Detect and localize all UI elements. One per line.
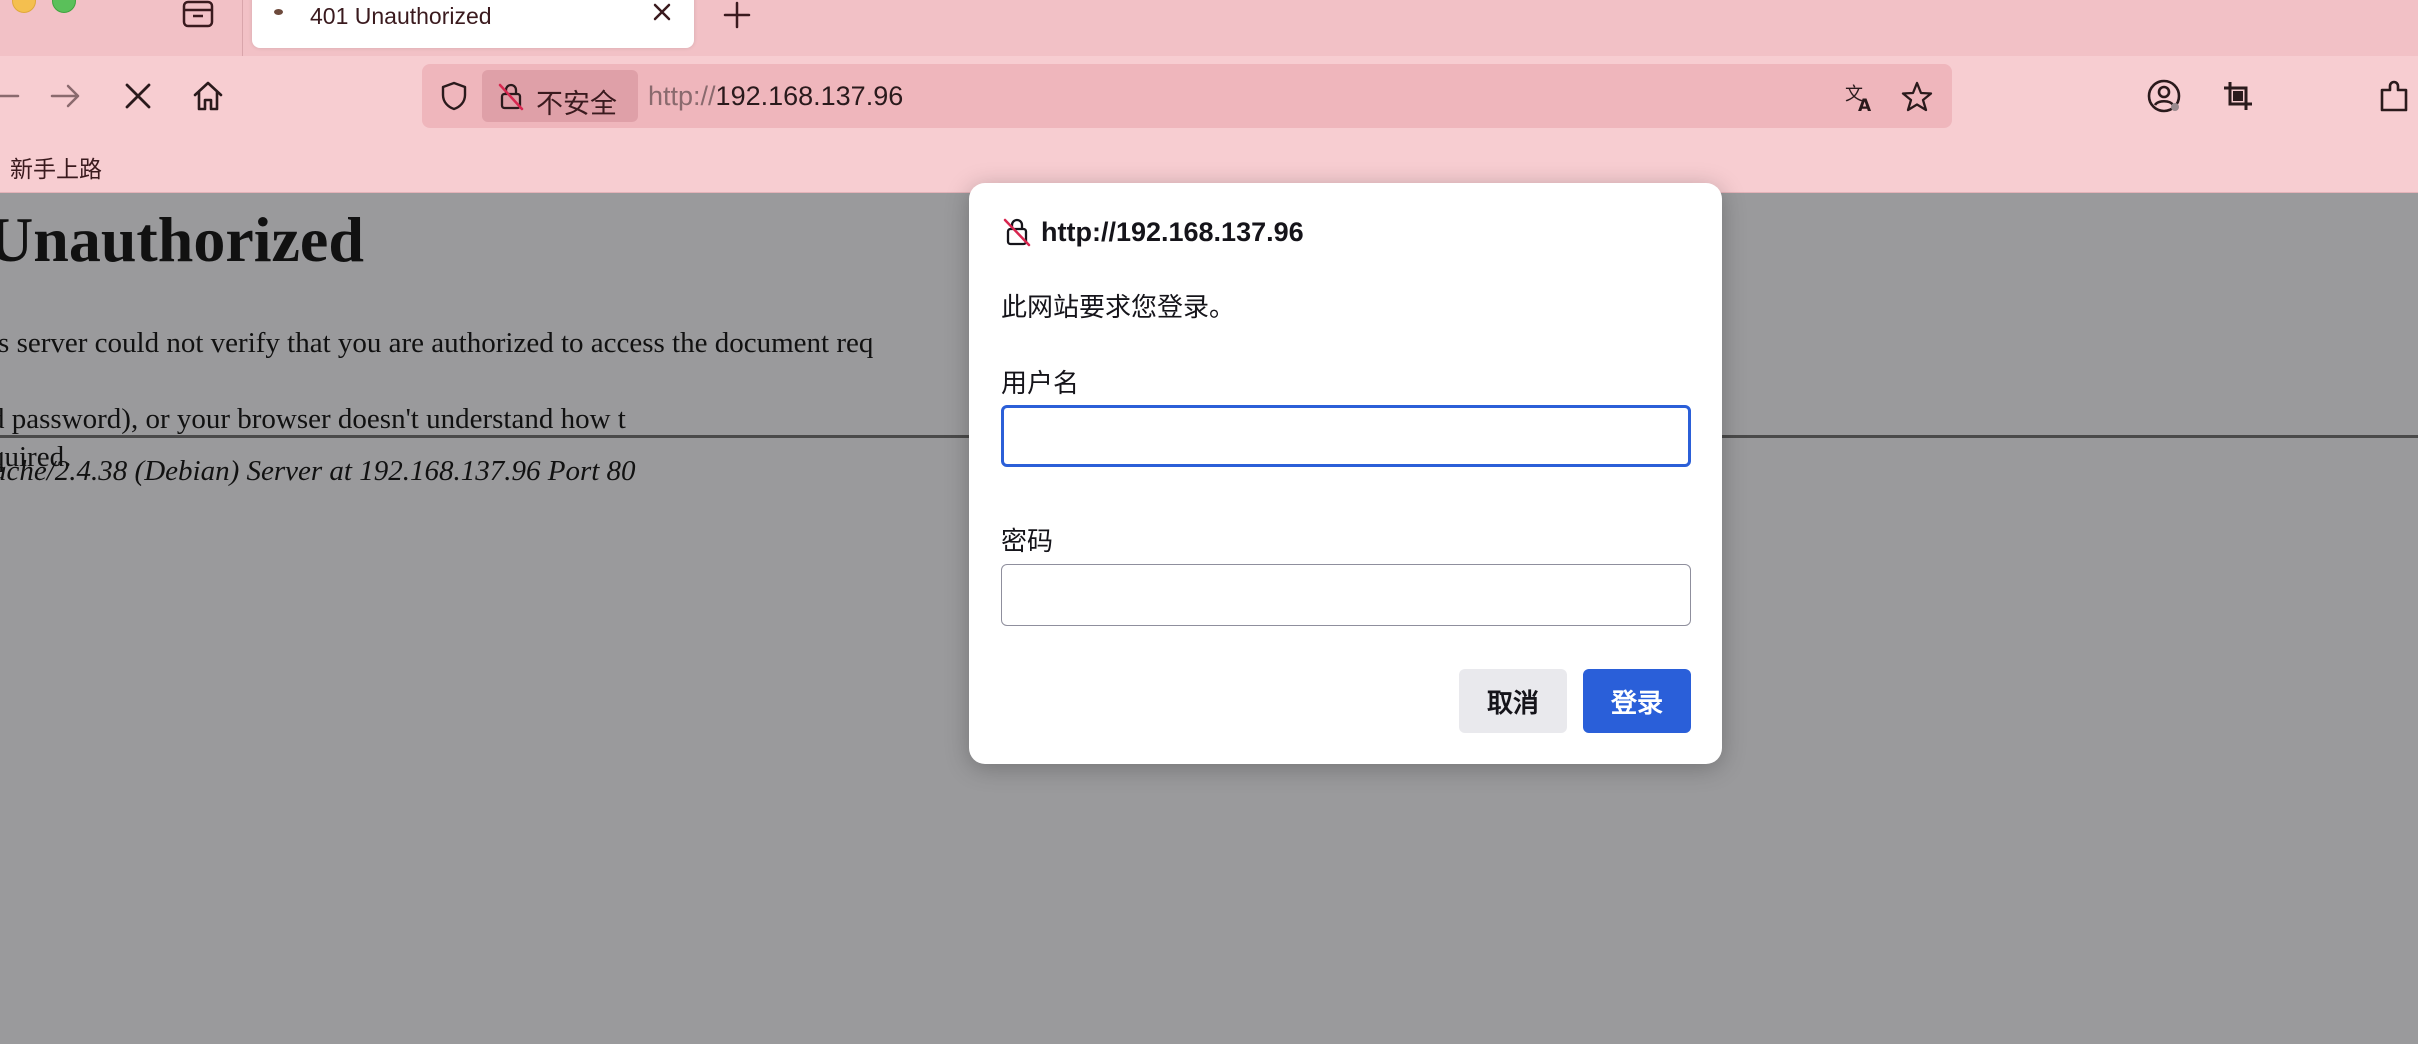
site-security-indicator[interactable]: 不安全 (482, 70, 638, 122)
bookmark-item[interactable]: 新手上路 (10, 150, 102, 184)
screenshot-crop-icon[interactable] (2218, 76, 2258, 116)
username-input[interactable] (1001, 405, 1691, 467)
password-input[interactable] (1001, 564, 1691, 626)
translate-icon[interactable]: 文A (1844, 80, 1878, 116)
url-scheme: http:// (648, 81, 716, 111)
url-host: 192.168.137.96 (715, 81, 904, 111)
server-signature: ache/2.4.38 (Debian) Server at 192.168.1… (0, 455, 636, 487)
bookmark-star-icon[interactable] (1900, 80, 1934, 114)
tab-overview-icon[interactable] (180, 0, 216, 30)
back-icon[interactable] (0, 76, 28, 116)
password-label: 密码 (1001, 526, 1054, 556)
url-text[interactable]: http://192.168.137.96 (648, 81, 903, 112)
cancel-button[interactable]: 取消 (1459, 669, 1567, 733)
tab-separator (242, 0, 243, 56)
auth-dialog: http://192.168.137.96 此网站要求您登录。 用户名 密码 取… (969, 183, 1722, 764)
window-minimize-button[interactable] (12, 0, 36, 13)
extensions-icon[interactable] (2374, 76, 2414, 116)
home-icon[interactable] (188, 76, 228, 116)
tab-strip: 401 Unauthorized (0, 0, 2418, 56)
username-label: 用户名 (1001, 368, 1080, 398)
tracking-protection-shield-icon[interactable] (438, 80, 470, 112)
stop-loading-icon[interactable] (118, 76, 158, 116)
dialog-origin: http://192.168.137.96 (1041, 217, 1304, 247)
dialog-message: 此网站要求您登录。 (1001, 292, 1236, 322)
url-bar[interactable]: 不安全 http://192.168.137.96 文A (422, 64, 1952, 128)
svg-text:A: A (1858, 96, 1872, 114)
login-button[interactable]: 登录 (1583, 669, 1691, 733)
navigation-toolbar: 不安全 http://192.168.137.96 文A (0, 56, 2418, 136)
close-tab-icon[interactable] (650, 0, 674, 24)
insecure-label: 不安全 (536, 89, 617, 119)
tab-title: 401 Unauthorized (310, 3, 492, 29)
account-icon[interactable] (2144, 76, 2184, 116)
window-maximize-button[interactable] (52, 0, 76, 13)
forward-icon[interactable] (46, 76, 86, 116)
new-tab-icon[interactable] (722, 0, 752, 30)
page-heading: Unauthorized (0, 204, 364, 275)
insecure-lock-icon (496, 81, 526, 111)
insecure-lock-icon (1001, 215, 1033, 247)
loading-favicon-icon (274, 9, 283, 15)
tab-active[interactable]: 401 Unauthorized (252, 0, 694, 48)
